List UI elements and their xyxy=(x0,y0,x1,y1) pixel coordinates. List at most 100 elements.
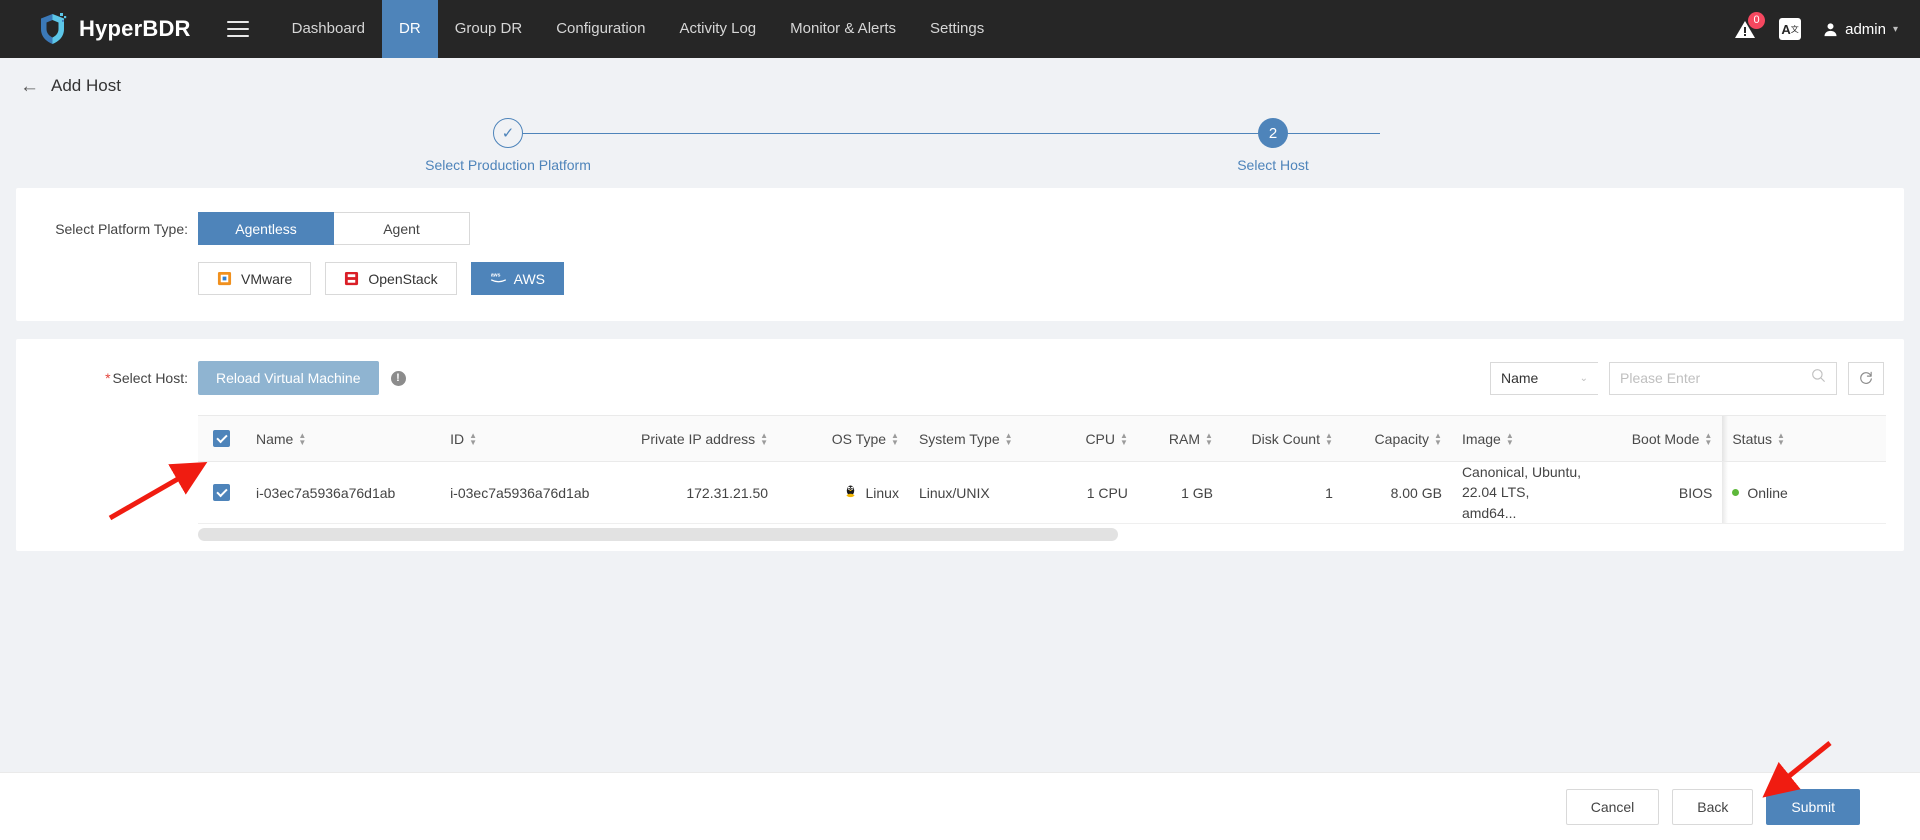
column-header-id[interactable]: ID ▲ ▼ xyxy=(440,415,615,462)
nav-item-monitor-alerts[interactable]: Monitor & Alerts xyxy=(773,0,913,58)
nav-item-activity-log[interactable]: Activity Log xyxy=(662,0,773,58)
refresh-button[interactable] xyxy=(1848,361,1884,395)
host-toolbar: * Select Host: Reload Virtual Machine ! N… xyxy=(16,361,1904,395)
platform-option-aws[interactable]: aws AWS xyxy=(470,262,564,295)
cell-name: i-03ec7a5936a76d1ab xyxy=(245,461,441,524)
column-header-image[interactable]: Image ▲ ▼ xyxy=(1451,415,1594,462)
column-header-boot-mode[interactable]: Boot Mode ▲ ▼ xyxy=(1593,415,1723,462)
select-host-label-text: Select Host: xyxy=(112,370,188,386)
column-header-boot-mode-label: Boot Mode xyxy=(1631,430,1700,447)
platform-type-agent[interactable]: Agent xyxy=(334,212,470,245)
column-header-private-ip[interactable]: Private IP address ▲ ▼ xyxy=(614,415,779,462)
nav-item-dr[interactable]: DR xyxy=(382,0,438,58)
alert-count-badge: 0 xyxy=(1748,12,1766,29)
column-header-name[interactable]: Name ▲ ▼ xyxy=(245,415,441,462)
hamburger-icon[interactable] xyxy=(226,21,249,37)
alert-warning-icon[interactable]: 0 xyxy=(1733,12,1766,41)
search-field-select[interactable]: Name ⌄ xyxy=(1490,361,1598,395)
step-1-label: Select Production Platform xyxy=(425,157,591,173)
search-input[interactable] xyxy=(1620,370,1811,386)
platform-options-row: VMware OpenStack aws AWS xyxy=(16,262,1904,295)
cancel-button[interactable]: Cancel xyxy=(1565,788,1660,825)
sort-icon: ▲ ▼ xyxy=(1777,431,1785,448)
page-header: ← Add Host xyxy=(0,58,1920,96)
info-icon[interactable]: ! xyxy=(390,370,406,386)
cell-image: Canonical, Ubuntu, 22.04 LTS, amd64... xyxy=(1451,461,1594,524)
user-name: admin xyxy=(1845,20,1886,38)
column-header-name-label: Name xyxy=(255,430,294,447)
scrollbar-thumb[interactable] xyxy=(198,528,1118,541)
nav-item-settings[interactable]: Settings xyxy=(913,0,1001,58)
brand-logo[interactable]: HyperBDR xyxy=(0,12,191,46)
nav-item-group-dr[interactable]: Group DR xyxy=(438,0,540,58)
column-header-cpu[interactable]: CPU ▲ ▼ xyxy=(1052,415,1138,462)
sort-icon: ▲ ▼ xyxy=(1205,431,1213,448)
step-select-host[interactable]: 2 Select Host xyxy=(1163,118,1383,173)
page-title: Add Host xyxy=(51,76,121,95)
column-header-os-type-label: OS Type xyxy=(831,430,887,447)
search-input-wrapper xyxy=(1609,361,1837,395)
submit-button[interactable]: Submit xyxy=(1766,788,1860,825)
column-header-system-type[interactable]: System Type ▲ ▼ xyxy=(908,415,1053,462)
nav-item-dashboard[interactable]: Dashboard xyxy=(275,0,382,58)
platform-option-vmware-label: VMware xyxy=(241,270,293,287)
platform-type-label: Select Platform Type: xyxy=(55,220,188,237)
reload-virtual-machine-button[interactable]: Reload Virtual Machine xyxy=(198,361,379,395)
table-header-row: Name ▲ ▼ ID ▲ ▼ Private IP address ▲ ▼ OS Type… xyxy=(198,415,1886,462)
column-header-os-type[interactable]: OS Type ▲ ▼ xyxy=(778,415,909,462)
cell-os-type-label: Linux xyxy=(865,484,899,501)
host-selection-card: * Select Host: Reload Virtual Machine ! N… xyxy=(16,339,1904,551)
column-header-ram[interactable]: RAM ▲ ▼ xyxy=(1137,415,1223,462)
step-1-marker: ✓ xyxy=(493,118,523,148)
platform-option-aws-label: AWS xyxy=(513,270,545,287)
status-dot-icon xyxy=(1732,489,1740,496)
table-horizontal-scrollbar[interactable] xyxy=(198,528,1118,541)
back-button[interactable]: Back xyxy=(1672,788,1754,825)
wizard-stepper: ✓ Select Production Platform 2 Select Ho… xyxy=(0,118,1920,188)
cell-status: Online xyxy=(1722,461,1886,524)
column-header-status[interactable]: Status ▲ ▼ xyxy=(1722,415,1886,462)
platform-option-openstack[interactable]: OpenStack xyxy=(325,262,457,295)
sort-icon: ▲ ▼ xyxy=(298,431,307,448)
column-header-capacity-label: Capacity xyxy=(1374,430,1430,447)
column-header-capacity[interactable]: Capacity ▲ ▼ xyxy=(1342,415,1452,462)
cell-capacity: 8.00 GB xyxy=(1342,461,1452,524)
column-header-id-label: ID xyxy=(450,430,465,447)
nav-right-actions: 0 A文 admin ▾ xyxy=(1733,0,1898,58)
step-select-production-platform[interactable]: ✓ Select Production Platform xyxy=(398,118,618,173)
nav-item-configuration[interactable]: Configuration xyxy=(539,0,662,58)
vmware-icon xyxy=(217,271,232,286)
row-select-cell xyxy=(198,461,246,524)
column-header-cpu-label: CPU xyxy=(1085,430,1115,447)
platform-type-agentless[interactable]: Agentless xyxy=(198,212,334,245)
openstack-icon xyxy=(344,271,359,286)
brand-name: HyperBDR xyxy=(79,16,191,41)
cell-boot-mode: BIOS xyxy=(1593,461,1723,524)
search-icon[interactable] xyxy=(1811,368,1826,388)
back-arrow-icon[interactable]: ← xyxy=(20,77,39,96)
sort-icon: ▲ ▼ xyxy=(469,431,477,448)
column-header-disk-count[interactable]: Disk Count ▲ ▼ xyxy=(1222,415,1343,462)
language-switch-icon[interactable]: A文 xyxy=(1779,18,1802,40)
platform-type-row: Select Platform Type: Agentless Agent xyxy=(16,212,1904,245)
column-header-status-label: Status xyxy=(1732,430,1773,447)
platform-type-toggle: Agentless Agent xyxy=(198,212,470,245)
sort-icon: ▲ ▼ xyxy=(891,431,899,448)
aws-icon: aws xyxy=(490,271,506,286)
user-menu[interactable]: admin ▾ xyxy=(1823,21,1898,38)
cell-status-label: Online xyxy=(1747,484,1788,501)
sort-icon: ▲ ▼ xyxy=(760,431,769,448)
host-table: Name ▲ ▼ ID ▲ ▼ Private IP address ▲ ▼ OS Type… xyxy=(198,415,1886,524)
chevron-down-icon: ⌄ xyxy=(1579,372,1588,384)
svg-text:aws: aws xyxy=(490,273,500,279)
language-letter: A xyxy=(1781,21,1791,37)
platform-option-vmware[interactable]: VMware xyxy=(198,262,312,295)
row-checkbox[interactable] xyxy=(213,484,231,501)
table-row[interactable]: i-03ec7a5936a76d1ab i-03ec7a5936a76d1ab … xyxy=(198,461,1886,524)
platform-selection-card: Select Platform Type: Agentless Agent VM… xyxy=(16,188,1904,321)
sort-icon: ▲ ▼ xyxy=(1505,431,1514,448)
select-all-header xyxy=(198,415,246,462)
select-all-checkbox[interactable] xyxy=(213,430,231,447)
footer-action-bar: Cancel Back Submit xyxy=(0,772,1920,840)
host-search-controls: Name ⌄ xyxy=(1490,361,1884,395)
